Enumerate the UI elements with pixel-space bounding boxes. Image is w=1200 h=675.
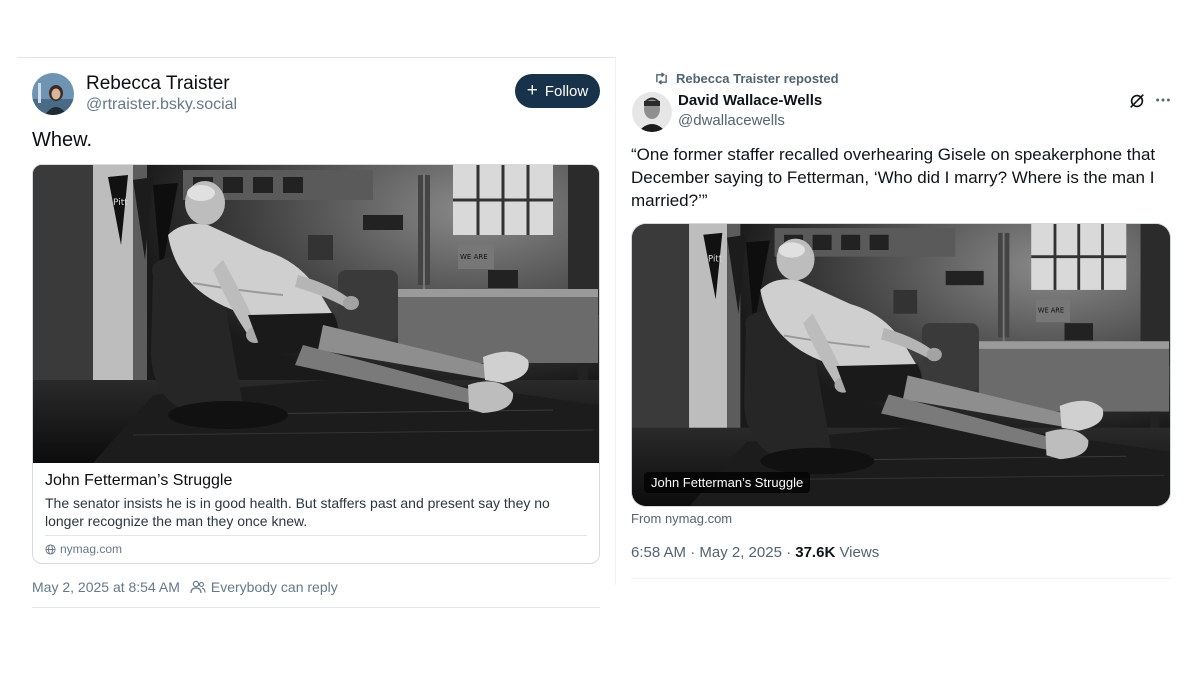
avatar-photo: [32, 73, 74, 115]
tweet-meta: 6:58 AM · May 2, 2025 · 37.6K Views: [631, 544, 879, 561]
grok-icon[interactable]: [1128, 92, 1146, 110]
link-card[interactable]: John Fetterman’s Struggle The senator in…: [32, 164, 600, 564]
author-handle[interactable]: @dwallacewells: [678, 112, 785, 129]
link-card-domain: nymag.com: [45, 542, 122, 556]
link-card-title: John Fetterman’s Struggle: [644, 472, 811, 493]
more-options-icon[interactable]: [1154, 91, 1172, 109]
link-card-image: [33, 165, 599, 463]
link-card-description: The senator insists he is in good health…: [45, 495, 550, 529]
link-card-domain-text: nymag.com: [60, 542, 123, 556]
tweet-timestamp[interactable]: 6:58 AM · May 2, 2025 ·: [631, 544, 795, 561]
views-label: Views: [835, 544, 880, 561]
views-count: 37.6K: [795, 544, 836, 561]
link-source[interactable]: From nymag.com: [631, 511, 732, 526]
repost-icon: [656, 72, 667, 85]
link-card[interactable]: John Fetterman’s Struggle: [631, 223, 1171, 507]
people-icon: [190, 580, 206, 594]
author-avatar[interactable]: [632, 92, 672, 132]
plus-icon: +: [526, 79, 538, 101]
tweet-text: “One former staffer recalled overhearing…: [631, 145, 1156, 210]
bluesky-post: Rebecca Traister @rtraister.bsky.social …: [17, 57, 615, 608]
author-name[interactable]: Rebecca Traister: [86, 73, 230, 95]
card-photo: [632, 224, 1170, 506]
post-text: Whew.: [32, 129, 93, 151]
follow-label: Follow: [544, 82, 589, 100]
link-card-image: [632, 224, 1170, 506]
repost-indicator[interactable]: Rebecca Traister reposted: [654, 71, 839, 86]
avatar-photo: [632, 92, 672, 132]
author-handle[interactable]: @rtraister.bsky.social: [86, 96, 237, 114]
link-card-title: John Fetterman’s Struggle: [45, 472, 233, 489]
tweet-divider: [631, 578, 1171, 579]
globe-icon: [45, 543, 56, 555]
follow-button[interactable]: + Follow: [515, 74, 600, 108]
link-card-divider: [45, 535, 587, 536]
post-divider: [32, 607, 600, 608]
repost-label: Rebecca Traister reposted: [676, 71, 839, 86]
card-photo: [33, 165, 599, 463]
author-name[interactable]: David Wallace-Wells: [678, 92, 822, 109]
reply-setting-label: Everybody can reply: [210, 579, 338, 595]
x-post: Rebecca Traister reposted David Wallace-…: [615, 57, 1185, 585]
author-avatar[interactable]: [32, 73, 74, 115]
post-meta: May 2, 2025 at 8:54 AM Everybody can rep…: [32, 579, 338, 595]
post-timestamp[interactable]: May 2, 2025 at 8:54 AM: [32, 579, 180, 595]
reply-setting: Everybody can reply: [190, 579, 338, 595]
